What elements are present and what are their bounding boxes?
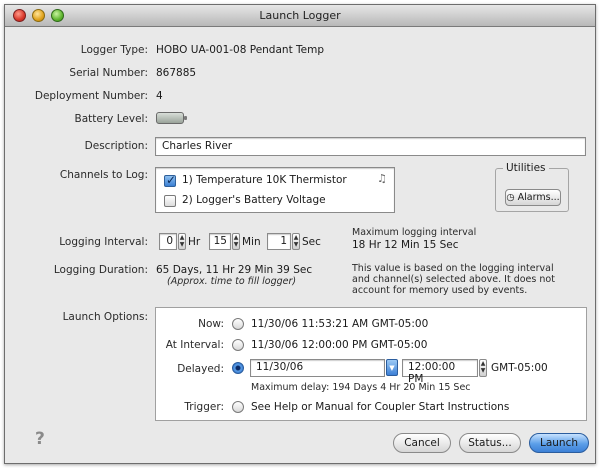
status-button[interactable]: Status... [459, 433, 521, 453]
battery-level-label: Battery Level: [74, 113, 148, 125]
trigger-value: See Help or Manual for Coupler Start Ins… [251, 401, 510, 413]
seconds-unit-label: Sec [302, 236, 321, 248]
delayed-label: Delayed: [177, 363, 224, 375]
delayed-timezone: GMT-05:00 [491, 362, 548, 374]
duration-info-line3: account for memory used by events. [352, 285, 528, 296]
hours-unit-label: Hr [188, 236, 201, 248]
serial-number-label: Serial Number: [69, 67, 148, 79]
window-title: Launch Logger [259, 9, 341, 22]
logging-duration-label: Logging Duration: [53, 264, 148, 276]
delayed-time-stepper[interactable]: ▲ ▼ [479, 359, 487, 377]
channel-2-label: 2) Logger's Battery Voltage [182, 194, 326, 206]
delayed-radio[interactable] [232, 362, 244, 374]
channels-label: Channels to Log: [59, 169, 148, 181]
max-delay-note: Maximum delay: 194 Days 4 Hr 20 Min 15 S… [251, 382, 471, 393]
now-radio[interactable] [232, 318, 244, 330]
help-icon[interactable]: ? [35, 429, 53, 449]
duration-info-line2: and channel(s) selected above. It does n… [352, 274, 555, 285]
trigger-radio[interactable] [232, 401, 244, 413]
duration-note: (Approx. time to fill logger) [167, 276, 297, 287]
channels-list[interactable]: 1) Temperature 10K Thermistor ♫ 2) Logge… [155, 167, 395, 213]
deployment-number-value: 4 [156, 90, 163, 102]
delayed-time-field[interactable]: 12:00:00 PM [402, 359, 478, 385]
minutes-unit-label: Min [242, 236, 261, 248]
interval-seconds-stepper[interactable]: ▲ ▼ [292, 233, 300, 250]
description-field[interactable]: Charles River [155, 137, 586, 156]
logger-type-label: Logger Type: [80, 44, 148, 56]
duration-info-line1: This value is based on the logging inter… [352, 263, 554, 274]
description-label: Description: [84, 140, 148, 152]
launch-options-label: Launch Options: [62, 311, 148, 323]
max-interval-note: Maximum logging interval [352, 227, 477, 238]
channel-2-checkbox[interactable] [164, 195, 176, 207]
logging-duration-value: 65 Days, 11 Hr 29 Min 39 Sec [156, 264, 313, 276]
interval-seconds-field[interactable]: 1 [267, 233, 291, 250]
delayed-date-field[interactable]: 11/30/06 [250, 359, 385, 377]
trigger-label: Trigger: [184, 401, 224, 413]
max-interval-value: 18 Hr 12 Min 15 Sec [352, 239, 459, 251]
alarm-clock-icon: ◷ [506, 192, 518, 203]
utilities-label: Utilities [503, 162, 549, 174]
interval-hours-stepper[interactable]: ▲ ▼ [178, 233, 186, 250]
calendar-dropdown-icon[interactable]: ▼ [386, 359, 398, 376]
serial-number-value: 867885 [156, 67, 197, 79]
channel-1-label: 1) Temperature 10K Thermistor [182, 174, 347, 186]
interval-hours-field[interactable]: 0 [159, 233, 177, 250]
launch-button[interactable]: Launch [529, 433, 589, 453]
at-interval-label: At Interval: [165, 339, 224, 351]
now-label: Now: [198, 318, 224, 330]
deployment-number-label: Deployment Number: [34, 90, 148, 102]
bell-icon: ♫ [377, 172, 387, 185]
battery-icon [156, 112, 187, 124]
now-value: 11/30/06 11:53:21 AM GMT-05:00 [251, 318, 429, 330]
launch-logger-window: Launch Logger Logger Type: HOBO UA-001-0… [4, 4, 596, 464]
interval-minutes-stepper[interactable]: ▲ ▼ [232, 233, 240, 250]
title-bar: Launch Logger [5, 5, 595, 27]
interval-minutes-field[interactable]: 15 [209, 233, 231, 250]
alarms-button-label: Alarms... [517, 192, 560, 203]
at-interval-radio[interactable] [232, 339, 244, 351]
logger-type-value: HOBO UA-001-08 Pendant Temp [156, 44, 324, 56]
cancel-button[interactable]: Cancel [393, 433, 451, 453]
alarms-button[interactable]: ◷ Alarms... [505, 189, 561, 206]
channel-1-checkbox[interactable] [164, 173, 176, 187]
at-interval-value: 11/30/06 12:00:00 PM GMT-05:00 [251, 339, 428, 351]
launch-options-box: Now: 11/30/06 11:53:21 AM GMT-05:00 At I… [155, 307, 587, 421]
logging-interval-label: Logging Interval: [59, 236, 148, 248]
